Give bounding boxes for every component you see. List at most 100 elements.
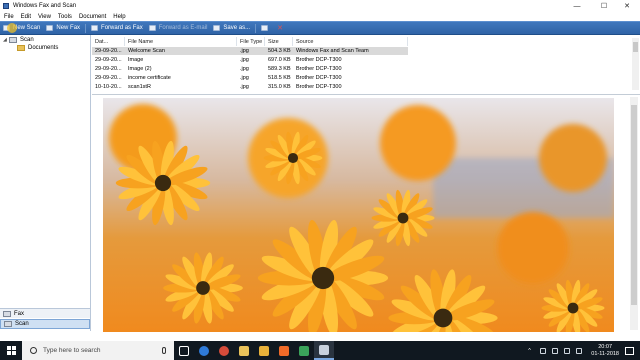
nav-scan-button[interactable]: Scan: [0, 319, 90, 329]
taskbar-chrome[interactable]: [214, 341, 234, 360]
menu-document[interactable]: Document: [79, 14, 106, 20]
chevron-up-icon[interactable]: ^: [528, 348, 534, 354]
task-view-button[interactable]: [174, 341, 194, 360]
window-title: Windows Fax and Scan: [13, 3, 77, 9]
notification-icon[interactable]: [625, 346, 634, 355]
scanner-icon: [319, 344, 329, 355]
file-row[interactable]: 29-09-20... Welcome Scan .jpg 504.3 KB Windo…: [92, 47, 408, 55]
preview-scrollbar[interactable]: [630, 97, 638, 330]
file-row[interactable]: 29-09-20... Image (2) .jpg 589.3 KB Brother …: [92, 65, 408, 73]
toolbar: New Scan New Fax Forward as Fax Forward …: [0, 21, 640, 35]
cell-source: Brother DCP-T300: [296, 84, 342, 90]
preview-pane: [92, 94, 640, 332]
cell-file-type: .jpg: [240, 57, 249, 63]
maximize-button[interactable]: ☐: [592, 0, 616, 12]
taskbar-fax-and-scan[interactable]: [314, 341, 334, 360]
column-header-source[interactable]: Source: [293, 37, 408, 46]
fax-scan-app-icon: [3, 3, 9, 9]
app-icon: [299, 345, 309, 356]
tree-item-documents[interactable]: Documents: [17, 45, 58, 51]
scrollbar-thumb[interactable]: [631, 105, 637, 305]
taskbar: Type here to search ^ 20:07 01-11-2018: [0, 341, 640, 360]
cell-size: 697.0 KB: [268, 57, 291, 63]
tree-item-scan[interactable]: ◢ Scan: [3, 37, 34, 43]
cell-source: Brother DCP-T300: [296, 66, 342, 72]
cell-date: 29-09-20...: [95, 57, 122, 63]
scan-folder-icon: [9, 37, 17, 43]
cell-date: 10-10-20...: [95, 84, 122, 90]
file-row[interactable]: 29-09-20... Image .jpg 697.0 KB Brother DCP-…: [92, 56, 408, 64]
cell-size: 518.5 KB: [268, 75, 291, 81]
cell-file-type: .jpg: [240, 75, 249, 81]
taskbar-edge[interactable]: [194, 341, 214, 360]
taskbar-file-explorer[interactable]: [234, 341, 254, 360]
chrome-icon: [219, 345, 229, 356]
taskbar-app-orange[interactable]: [274, 341, 294, 360]
menu-edit[interactable]: Edit: [21, 14, 31, 20]
search-icon: [30, 347, 37, 354]
scrollbar-thumb[interactable]: [633, 42, 638, 52]
preview-image-flowers: [103, 98, 614, 332]
folder-icon: [239, 345, 249, 356]
system-tray: ^ 20:07 01-11-2018: [525, 341, 640, 360]
cell-file-name: Image (2): [128, 66, 152, 72]
cell-file-name: Image: [128, 57, 144, 63]
folder-pane: ◢ Scan Documents Fax Scan: [0, 35, 91, 331]
clock[interactable]: 20:07 01-11-2018: [591, 344, 619, 358]
taskbar-app-yellow[interactable]: [254, 341, 274, 360]
taskbar-search[interactable]: Type here to search: [22, 341, 174, 360]
cell-date: 29-09-20...: [95, 66, 122, 72]
nav-fax-button[interactable]: Fax: [0, 308, 90, 318]
task-view-icon: [179, 345, 189, 356]
cell-source: Brother DCP-T300: [296, 57, 342, 63]
forward-fax-icon: [91, 25, 99, 31]
cell-size: 504.3 KB: [268, 48, 291, 54]
app-icon: [279, 345, 289, 356]
cell-source: Windows Fax and Scan Team: [296, 48, 369, 54]
cell-date: 29-09-20...: [95, 48, 122, 54]
minimize-button[interactable]: —: [565, 0, 589, 12]
cell-file-name: scan1stR: [128, 84, 151, 90]
tree-item-label: Scan: [20, 37, 34, 43]
save-as-button[interactable]: Save as...: [210, 23, 253, 34]
volume-icon[interactable]: [564, 347, 571, 354]
print-button[interactable]: [258, 23, 274, 34]
close-button[interactable]: ✕: [615, 0, 639, 12]
forward-as-fax-button[interactable]: Forward as Fax: [88, 23, 146, 34]
column-header-date[interactable]: Dat...: [92, 37, 125, 46]
cell-size: 589.3 KB: [268, 66, 291, 72]
search-placeholder: Type here to search: [43, 347, 101, 354]
column-header-file-name[interactable]: File Name: [125, 37, 237, 46]
toolbar-divider: [85, 23, 87, 33]
save-icon: [213, 25, 221, 31]
menu-file[interactable]: File: [4, 14, 14, 20]
file-list-scrollbar[interactable]: [632, 38, 639, 90]
taskbar-app-green[interactable]: [294, 341, 314, 360]
cell-file-name: Welcome Scan: [128, 48, 165, 54]
new-fax-label: New Fax: [56, 25, 81, 31]
network-icon[interactable]: [540, 347, 547, 354]
menu-view[interactable]: View: [38, 14, 51, 20]
file-row[interactable]: 10-10-20... scan1stR .jpg 315.0 KB Brother D…: [92, 83, 408, 91]
new-fax-button[interactable]: New Fax: [43, 23, 83, 34]
column-header-size[interactable]: Size: [265, 37, 293, 46]
battery-icon[interactable]: [552, 347, 559, 354]
start-button[interactable]: [0, 341, 22, 360]
menu-help[interactable]: Help: [113, 14, 125, 20]
clock-date: 01-11-2018: [591, 350, 619, 357]
forward-as-email-button[interactable]: Forward as E-mail: [146, 23, 211, 34]
cell-file-type: .jpg: [240, 48, 249, 54]
cell-source: Brother DCP-T300: [296, 75, 342, 81]
file-list: Dat... File Name File Type Size Source 2…: [92, 35, 640, 93]
fax-icon: [3, 310, 11, 317]
delete-button[interactable]: ✕: [274, 23, 286, 34]
collapse-icon[interactable]: ◢: [3, 37, 8, 43]
menu-tools[interactable]: Tools: [58, 14, 72, 20]
forward-as-fax-label: Forward as Fax: [101, 25, 143, 31]
microphone-icon[interactable]: [162, 347, 166, 354]
file-row[interactable]: 29-09-20... income certificate .jpg 518.5 K…: [92, 74, 408, 82]
column-header-file-type[interactable]: File Type: [237, 37, 265, 46]
keyboard-icon[interactable]: [576, 347, 583, 354]
forward-as-email-label: Forward as E-mail: [158, 25, 208, 31]
nav-scan-label: Scan: [15, 321, 29, 327]
